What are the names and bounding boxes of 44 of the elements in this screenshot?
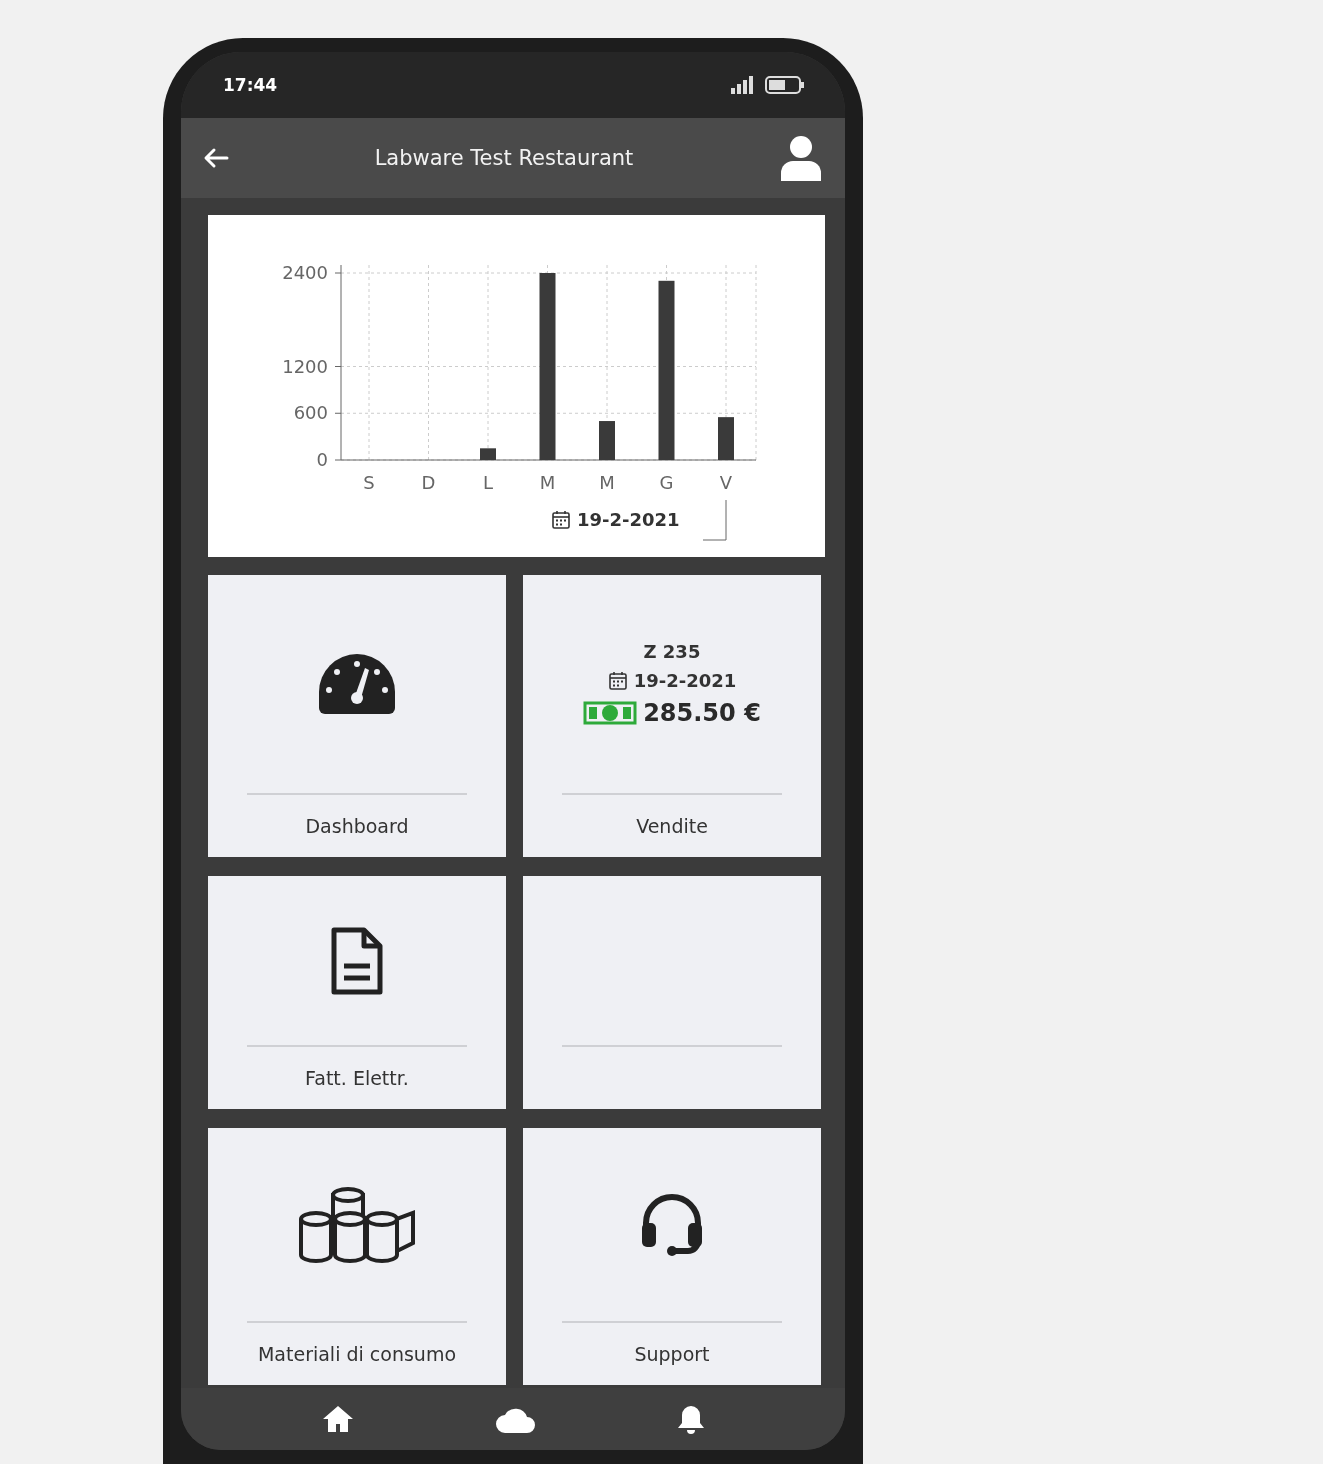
x-tick-label: D xyxy=(421,472,436,493)
y-tick-label: 2400 xyxy=(282,262,328,283)
tile-label: Materiali di consumo xyxy=(257,1343,457,1365)
menu-tile[interactable] xyxy=(523,876,821,1109)
bar xyxy=(480,448,496,460)
app-title: Labware Test Restaurant xyxy=(373,146,635,170)
home-icon[interactable] xyxy=(321,1404,355,1434)
tile-label: Dashboard xyxy=(305,815,409,837)
menu-tile[interactable]: Z 235 19-2-2021 285.50 € Vendite xyxy=(523,575,821,857)
back-icon[interactable] xyxy=(203,147,229,169)
leader-line xyxy=(702,499,727,541)
x-tick-label: G xyxy=(659,472,674,493)
menu-tile[interactable]: Fatt. Elettr. xyxy=(208,876,506,1109)
signal-icon xyxy=(729,76,755,94)
y-tick-label: 0 xyxy=(316,449,328,470)
tile-label: Vendite xyxy=(636,815,708,837)
user-icon[interactable] xyxy=(779,135,823,181)
chart-date: 19-2-2021 xyxy=(577,509,680,530)
paper-rolls-icon xyxy=(297,1184,417,1265)
x-tick-label: S xyxy=(363,472,375,493)
x-tick-label: V xyxy=(719,472,733,493)
x-tick-label: M xyxy=(599,472,615,493)
menu-tile[interactable]: Dashboard xyxy=(208,575,506,857)
sales-date: 19-2-2021 xyxy=(633,670,737,691)
bell-icon[interactable] xyxy=(677,1404,705,1434)
calendar-icon xyxy=(607,670,628,691)
calendar-icon xyxy=(551,509,571,530)
x-tick-label: L xyxy=(483,472,493,493)
menu-tile[interactable]: Support xyxy=(523,1128,821,1385)
bar xyxy=(599,421,615,460)
battery-icon xyxy=(765,75,805,95)
tile-label: Support xyxy=(634,1343,710,1365)
tile-label: Fatt. Elettr. xyxy=(305,1067,409,1089)
menu-tile[interactable]: Materiali di consumo xyxy=(208,1128,506,1385)
y-tick-label: 600 xyxy=(293,402,328,424)
sales-amount: 285.50 € xyxy=(643,699,761,727)
document-icon xyxy=(330,925,384,996)
x-tick-label: M xyxy=(539,472,556,493)
y-tick-label: 1200 xyxy=(282,355,328,377)
gauge-icon xyxy=(317,652,397,716)
bar xyxy=(718,417,734,460)
cash-icon xyxy=(583,701,638,725)
status-time: 17:44 xyxy=(223,75,278,95)
closure-number: Z 235 xyxy=(643,641,701,662)
